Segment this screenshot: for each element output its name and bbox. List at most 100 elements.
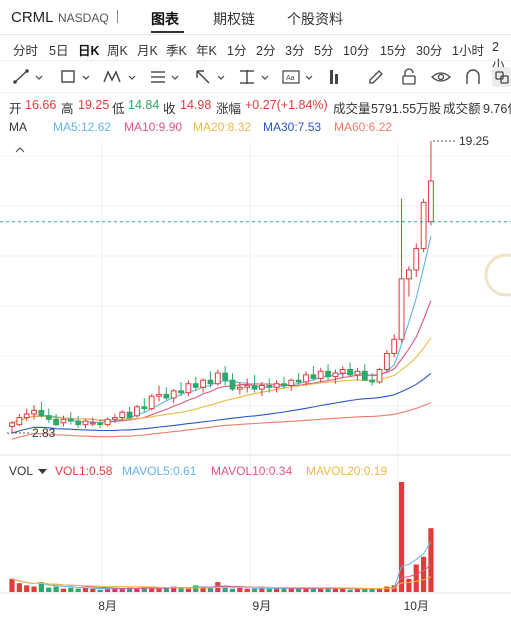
vol-legend-label[interactable]: VOL [9, 464, 33, 478]
volume-bar [222, 587, 228, 592]
high-marker-label: 19.25 [459, 134, 489, 148]
ma20-line [11, 337, 432, 424]
candle [229, 373, 236, 391]
volume-bar [156, 588, 162, 592]
candle-body [406, 269, 412, 280]
candle-body [288, 379, 295, 387]
volume-bar [24, 585, 30, 592]
candle [376, 367, 383, 384]
candle-body [413, 248, 420, 271]
ma10-line [11, 300, 432, 424]
volume-bar [421, 556, 427, 592]
volume-bar [274, 588, 280, 592]
candle-body [214, 372, 221, 385]
x-axis-month-label: 9月 [253, 599, 272, 613]
volume-bar [332, 588, 338, 592]
candle-body [266, 385, 273, 388]
candle-body [60, 418, 67, 424]
candle [104, 417, 111, 427]
candle [325, 364, 331, 381]
candle-body [361, 370, 368, 381]
volume-bar [53, 586, 59, 592]
candle-body [141, 406, 148, 410]
candle [214, 369, 221, 386]
chevron-down-icon[interactable] [38, 469, 47, 475]
candle [391, 333, 398, 358]
volume-bar [229, 588, 236, 592]
candle [126, 406, 133, 420]
candle [185, 380, 192, 397]
volume-ma-lines [11, 541, 432, 590]
volume-bar [428, 528, 434, 592]
candle-body [38, 409, 45, 417]
candlestick-chart[interactable]: 19.25 2.83 8月 9月 10月 [0, 0, 511, 620]
candle-body [398, 278, 405, 340]
candle [420, 198, 427, 253]
mavol5-line [11, 541, 432, 590]
watermark-logo [484, 253, 511, 297]
vol-legend: VOL VOL1:0.58 MAVOL5:0.61 MAVOL10:0.34 M… [0, 462, 511, 480]
candle-body [273, 383, 280, 388]
volume-bar [9, 578, 15, 592]
candle [141, 397, 148, 413]
candle-body [31, 409, 37, 415]
volume-bar [251, 588, 258, 592]
candle-body [222, 372, 229, 381]
volume-bar [31, 586, 37, 592]
volume-bar [90, 588, 96, 592]
candle-body [163, 393, 170, 399]
volume-bar [237, 587, 243, 592]
candle [428, 141, 434, 226]
candle-body [148, 395, 155, 410]
candle-body [259, 385, 265, 390]
candle [310, 365, 317, 381]
candle [236, 381, 243, 395]
candle-body [178, 390, 184, 394]
candle-body [9, 422, 15, 427]
candle [134, 405, 140, 418]
candle [192, 376, 199, 391]
candle-body [104, 418, 111, 426]
volume-bar [46, 587, 52, 592]
volume-bar [266, 588, 272, 592]
candle [398, 198, 405, 343]
candle-body [229, 379, 236, 390]
ma30-line [11, 372, 432, 434]
collapse-chevron-icon[interactable] [15, 146, 25, 154]
moving-average-lines [11, 235, 432, 440]
candle [82, 419, 89, 429]
candle-body [67, 418, 74, 422]
volume-bar [68, 587, 74, 592]
chart-grid [0, 141, 511, 594]
candle-body [192, 383, 199, 388]
candle-body [383, 353, 390, 371]
volume-bar [296, 588, 302, 592]
volume-bar [97, 589, 103, 592]
volume-bar [347, 589, 353, 592]
candle-body [134, 406, 140, 417]
candle [406, 266, 412, 297]
candle [281, 376, 287, 390]
volume-bar [75, 588, 81, 592]
candle [383, 349, 390, 372]
candle-body [126, 411, 133, 419]
candle [288, 378, 295, 391]
candle [23, 408, 30, 422]
volume-bar [193, 585, 199, 592]
candle-body [236, 386, 243, 390]
candle-body [303, 374, 309, 383]
candle-body [200, 379, 206, 388]
candle [148, 394, 155, 411]
volume-bar [398, 482, 405, 592]
candle-body [310, 374, 317, 379]
candle [170, 389, 177, 404]
candle-body [281, 383, 287, 387]
volume-bar [413, 564, 419, 592]
volume-bar [185, 588, 191, 592]
volume-bar [406, 578, 412, 592]
candle [38, 401, 45, 418]
ma5-line [11, 235, 432, 424]
candle-body [376, 369, 383, 383]
candle [413, 243, 420, 278]
candle [222, 365, 229, 386]
